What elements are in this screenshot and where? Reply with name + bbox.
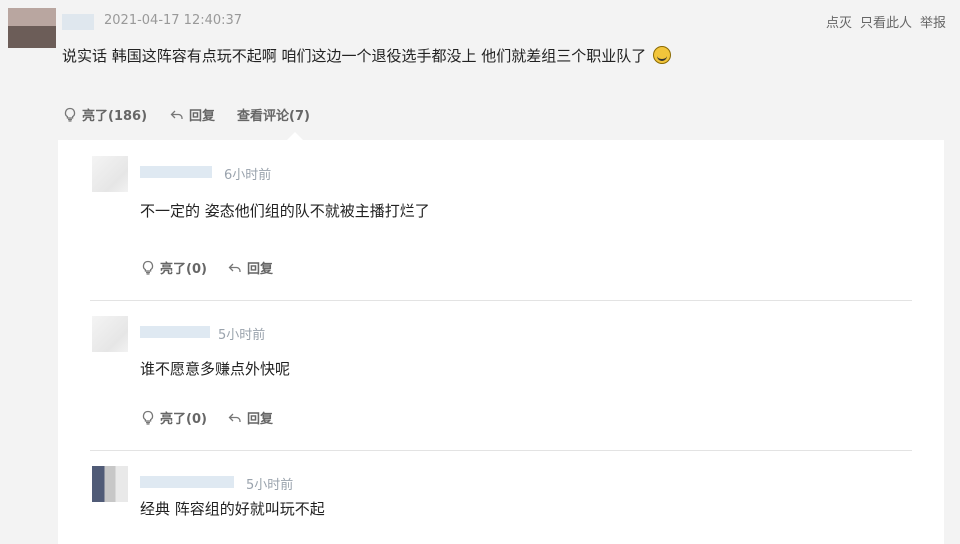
comment-avatar[interactable] — [92, 466, 128, 502]
reply-label: 回复 — [189, 109, 216, 124]
lightbulb-icon — [64, 107, 76, 122]
comment-username-blurred[interactable] — [140, 476, 234, 488]
lightbulb-icon — [142, 260, 154, 275]
report-link[interactable]: 举报 — [920, 12, 946, 31]
like-button[interactable]: 亮了(186) — [62, 105, 147, 124]
comment-avatar[interactable] — [92, 156, 128, 192]
comment-username-blurred[interactable] — [140, 326, 210, 338]
comment-like-button[interactable]: 亮了(0) — [140, 408, 207, 427]
username-blurred[interactable] — [62, 14, 94, 30]
reply-arrow-icon — [228, 413, 241, 422]
comment-text: 经典 阵容组的好就叫玩不起 — [140, 500, 325, 518]
avatar[interactable] — [8, 8, 56, 48]
comment-time: 5小时前 — [246, 478, 294, 493]
comment-item: 5小时前 谁不愿意多赚点外快呢 亮了(0) 回复 — [58, 300, 944, 450]
comment-like-label: 亮了(0) — [160, 412, 207, 427]
comment-like-label: 亮了(0) — [160, 262, 207, 277]
comment-reply-button[interactable]: 回复 — [227, 258, 273, 277]
comment-reply-label: 回复 — [246, 262, 273, 277]
comment-time: 5小时前 — [218, 328, 266, 343]
comment-reply-button[interactable]: 回复 — [227, 408, 273, 427]
comment-actions: 亮了(0) 回复 — [140, 258, 273, 277]
post-top-actions: 点灭 只看此人 举报 — [826, 12, 946, 31]
comment-time: 6小时前 — [224, 168, 272, 183]
lightbulb-icon — [142, 410, 154, 425]
post-content: 说实话 韩国这阵容有点玩不起啊 咱们这边一个退役选手都没上 他们就差组三个职业队… — [62, 45, 672, 66]
post-content-text: 说实话 韩国这阵容有点玩不起啊 咱们这边一个退役选手都没上 他们就差组三个职业队… — [62, 47, 647, 65]
grinning-face-icon — [653, 46, 672, 64]
comment-avatar[interactable] — [92, 316, 128, 352]
comment-item: 6小时前 不一定的 姿态他们组的队不就被主播打烂了 亮了(0) 回复 — [58, 140, 944, 300]
comments-panel: 6小时前 不一定的 姿态他们组的队不就被主播打烂了 亮了(0) 回复 5小时前 … — [58, 140, 944, 544]
post-actions: 亮了(186) 回复 查看评论(7) — [62, 105, 310, 124]
dislike-link[interactable]: 点灭 — [826, 12, 852, 31]
like-label: 亮了(186) — [82, 109, 148, 124]
reply-button[interactable]: 回复 — [169, 105, 215, 124]
comment-like-button[interactable]: 亮了(0) — [140, 258, 207, 277]
post-timestamp: 2021-04-17 12:40:37 — [104, 13, 243, 28]
reply-arrow-icon — [170, 110, 183, 119]
comment-username-blurred[interactable] — [140, 166, 212, 178]
comment-text: 谁不愿意多赚点外快呢 — [140, 360, 291, 378]
view-comments-button[interactable]: 查看评论(7) — [237, 105, 310, 124]
reply-arrow-icon — [228, 263, 241, 272]
comment-actions: 亮了(0) 回复 — [140, 408, 273, 427]
forum-post: 2021-04-17 12:40:37 点灭 只看此人 举报 说实话 韩国这阵容… — [0, 0, 960, 544]
only-view-this-user-link[interactable]: 只看此人 — [860, 12, 912, 31]
comment-reply-label: 回复 — [246, 412, 273, 427]
comment-text: 不一定的 姿态他们组的队不就被主播打烂了 — [140, 202, 430, 220]
view-comments-label: 查看评论(7) — [237, 109, 310, 124]
comment-item: 5小时前 经典 阵容组的好就叫玩不起 — [58, 450, 944, 544]
